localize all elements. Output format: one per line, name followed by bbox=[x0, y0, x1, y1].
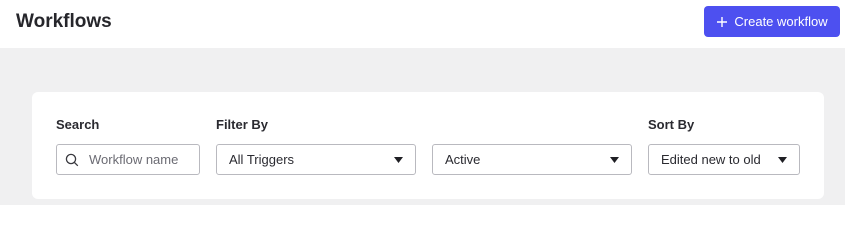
sort-select[interactable]: Edited new to old bbox=[648, 144, 800, 175]
sort-value: Edited new to old bbox=[661, 152, 761, 167]
page-header: Workflows Create workflow bbox=[0, 0, 845, 48]
filter-by-label: Filter By bbox=[216, 117, 269, 132]
page-title: Workflows bbox=[16, 11, 112, 32]
search-input[interactable] bbox=[89, 152, 189, 167]
trigger-filter-select[interactable]: All Triggers bbox=[216, 144, 416, 175]
search-icon bbox=[65, 153, 79, 166]
caret-down-icon bbox=[610, 156, 619, 163]
trigger-filter-value: All Triggers bbox=[229, 152, 295, 167]
sort-by-label: Sort By bbox=[648, 117, 695, 132]
status-filter-value: Active bbox=[445, 152, 481, 167]
search-field[interactable] bbox=[56, 144, 200, 175]
caret-down-icon bbox=[394, 156, 403, 163]
create-workflow-button[interactable]: Create workflow bbox=[704, 6, 840, 37]
search-label: Search bbox=[56, 117, 100, 132]
create-workflow-label: Create workflow bbox=[734, 14, 828, 29]
plus-icon bbox=[717, 16, 728, 27]
filter-card: Search Filter By Sort By All Triggers Ac… bbox=[32, 92, 824, 199]
status-filter-select[interactable]: Active bbox=[432, 144, 632, 175]
caret-down-icon bbox=[778, 156, 787, 163]
